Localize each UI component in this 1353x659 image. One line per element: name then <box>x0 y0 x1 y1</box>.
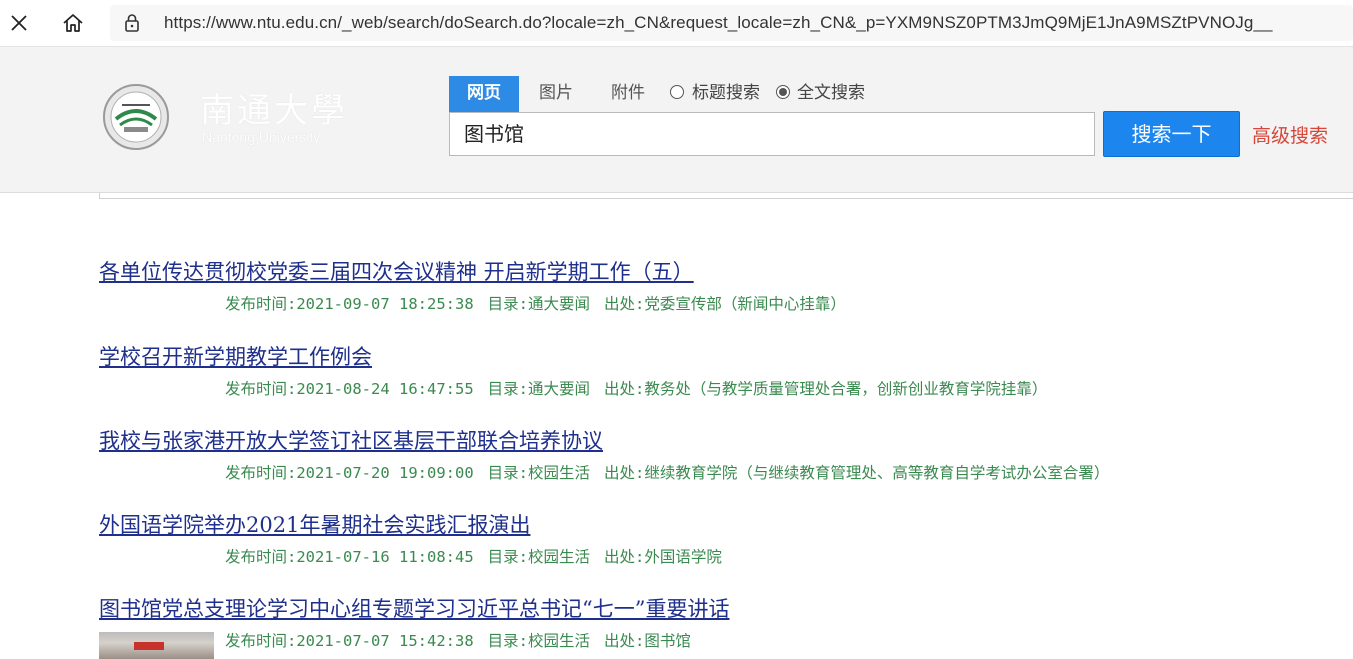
search-input[interactable]: 图书馆 <box>449 112 1095 156</box>
search-button[interactable]: 搜索一下 <box>1103 111 1240 157</box>
result-category: 通大要闻 <box>528 295 591 313</box>
result-source: 教务处（与教学质量管理处合署，创新创业教育学院挂靠） <box>644 380 1048 398</box>
result-thumbnail[interactable] <box>99 632 214 659</box>
radio-fulltext-search-label[interactable]: 全文搜索 <box>797 76 865 112</box>
source-label: 出处: <box>604 464 645 482</box>
emblem-icon <box>103 84 169 150</box>
result-time: 2021-07-20 19:09:00 <box>296 464 474 482</box>
result-meta: 发布时间:2021-08-24 16:47:55 目录:通大要闻 出处:教务处（与教… <box>225 377 1047 399</box>
result-time: 2021-09-07 18:25:38 <box>296 295 474 313</box>
category-label: 目录: <box>487 380 528 398</box>
result-meta: 发布时间:2021-09-07 18:25:38 目录:通大要闻 出处:党委宣传部（… <box>225 292 846 314</box>
result-category: 校园生活 <box>528 632 591 650</box>
result-item: 外国语学院举办2021年暑期社会实践汇报演出 发布时间:2021-07-16 1… <box>99 509 722 566</box>
time-label: 发布时间: <box>225 295 297 313</box>
result-category: 校园生活 <box>528 548 591 566</box>
source-label: 出处: <box>604 295 645 313</box>
logo-english-name: Nantong University <box>202 129 321 145</box>
category-label: 目录: <box>487 464 528 482</box>
radio-title-search-label[interactable]: 标题搜索 <box>692 76 760 112</box>
result-time: 2021-07-07 15:42:38 <box>296 632 474 650</box>
close-icon[interactable] <box>1 5 37 41</box>
address-bar[interactable]: https://www.ntu.edu.cn/_web/search/doSea… <box>110 5 1353 41</box>
logo-chinese-name: 南通大學 <box>200 91 348 131</box>
result-time: 2021-08-24 16:47:55 <box>296 380 474 398</box>
result-time: 2021-07-16 11:08:45 <box>296 548 474 566</box>
result-title-link[interactable]: 外国语学院举办2021年暑期社会实践汇报演出 <box>99 509 530 539</box>
result-item: 图书馆党总支理论学习中心组专题学习习近平总书记“七一”重要讲话 发布时间:202… <box>99 593 729 650</box>
tab-images[interactable]: 图片 <box>525 76 587 112</box>
result-category: 校园生活 <box>528 464 591 482</box>
result-source: 党委宣传部（新闻中心挂靠） <box>644 295 846 313</box>
browser-toolbar: https://www.ntu.edu.cn/_web/search/doSea… <box>0 0 1353 47</box>
source-label: 出处: <box>604 632 645 650</box>
time-label: 发布时间: <box>225 464 297 482</box>
source-label: 出处: <box>604 548 645 566</box>
home-icon[interactable] <box>55 5 91 41</box>
result-source: 外国语学院 <box>644 548 722 566</box>
result-item: 我校与张家港开放大学签订社区基层干部联合培养协议 发布时间:2021-07-20… <box>99 425 1109 482</box>
advanced-search-link[interactable]: 高级搜索 <box>1252 121 1328 148</box>
result-item: 各单位传达贯彻校党委三届四次会议精神 开启新学期工作（五） 发布时间:2021-… <box>99 256 846 313</box>
results-divider <box>99 193 1353 199</box>
radio-fulltext-search[interactable] <box>776 85 790 99</box>
result-meta: 发布时间:2021-07-16 11:08:45 目录:校园生活 出处:外国语学院 <box>225 545 722 567</box>
site-header: 南通大學 Nantong University 网页 图片 附件 标题搜索 全文… <box>0 47 1353 193</box>
result-meta: 发布时间:2021-07-07 15:42:38 目录:校园生活 出处:图书馆 <box>225 629 691 651</box>
result-source: 继续教育学院（与继续教育管理处、高等教育自学考试办公室合署） <box>644 464 1110 482</box>
result-title-link[interactable]: 我校与张家港开放大学签订社区基层干部联合培养协议 <box>99 425 603 455</box>
tab-webpage[interactable]: 网页 <box>449 76 519 112</box>
url-text[interactable]: https://www.ntu.edu.cn/_web/search/doSea… <box>164 13 1273 33</box>
result-category: 通大要闻 <box>528 380 591 398</box>
time-label: 发布时间: <box>225 380 297 398</box>
university-logo[interactable]: 南通大學 Nantong University <box>102 83 362 153</box>
source-label: 出处: <box>604 380 645 398</box>
result-title-link[interactable]: 图书馆党总支理论学习中心组专题学习习近平总书记“七一”重要讲话 <box>99 593 729 623</box>
radio-title-search[interactable] <box>670 85 684 99</box>
time-label: 发布时间: <box>225 548 297 566</box>
category-label: 目录: <box>487 295 528 313</box>
result-title-link[interactable]: 各单位传达贯彻校党委三届四次会议精神 开启新学期工作（五） <box>99 256 694 286</box>
result-item: 学校召开新学期教学工作例会 发布时间:2021-08-24 16:47:55 目录… <box>99 341 1047 398</box>
result-meta: 发布时间:2021-07-20 19:09:00 目录:校园生活 出处:继续教育学院… <box>225 461 1109 483</box>
tab-attachments[interactable]: 附件 <box>597 76 659 112</box>
result-source: 图书馆 <box>644 632 691 650</box>
result-title-link[interactable]: 学校召开新学期教学工作例会 <box>99 341 372 371</box>
category-label: 目录: <box>487 548 528 566</box>
lock-icon[interactable] <box>124 13 140 37</box>
time-label: 发布时间: <box>225 632 297 650</box>
category-label: 目录: <box>487 632 528 650</box>
